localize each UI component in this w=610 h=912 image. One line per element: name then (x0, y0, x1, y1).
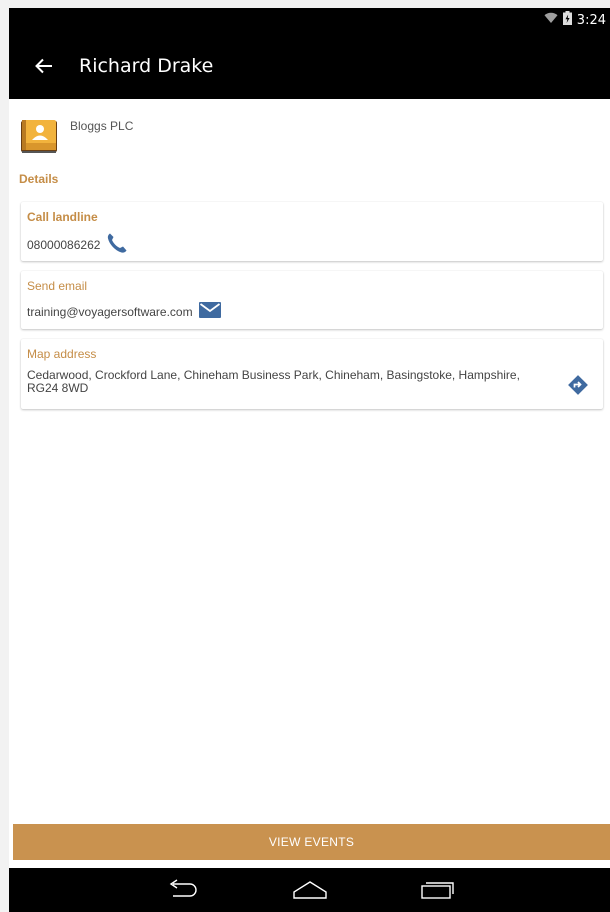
email-value-row: training@voyagersoftware.com (27, 301, 221, 322)
phone-icon[interactable] (106, 232, 128, 257)
send-email-card[interactable]: Send email training@voyagersoftware.com (21, 271, 603, 329)
address-text: Cedarwood, Crockford Lane, Chineham Busi… (27, 368, 520, 395)
recents-nav-icon[interactable] (408, 868, 468, 912)
send-email-title: Send email (27, 279, 88, 293)
home-nav-icon[interactable] (280, 868, 340, 912)
status-bar: 3:24 (9, 8, 610, 32)
app-bar: Richard Drake (9, 32, 610, 99)
wifi-icon (544, 12, 558, 28)
email-address: training@voyagersoftware.com (27, 304, 193, 319)
phone-value-row: 08000086262 (27, 232, 128, 257)
call-landline-title: Call landline (27, 210, 98, 224)
company-row: Bloggs PLC Details (9, 99, 610, 186)
contact-details: Bloggs PLC Details Call landline 0800008… (9, 99, 610, 409)
call-landline-card[interactable]: Call landline 08000086262 (21, 202, 603, 261)
phone-number: 08000086262 (27, 237, 101, 252)
page-title: Richard Drake (79, 54, 214, 77)
map-address-card[interactable]: Map address Cedarwood, Crockford Lane, C… (21, 339, 603, 409)
battery-icon (562, 11, 572, 29)
contact-book-icon (19, 118, 59, 154)
status-time: 3:24 (576, 12, 606, 28)
email-icon[interactable] (198, 301, 221, 322)
device-screen: 3:24 Richard Drake Bloggs PLC Details Ca… (9, 8, 610, 912)
back-nav-icon[interactable] (152, 868, 212, 912)
arrow-left-icon[interactable] (9, 32, 79, 99)
directions-icon[interactable] (567, 374, 589, 396)
system-nav-bar (9, 868, 610, 912)
view-events-button[interactable]: VIEW EVENTS (13, 824, 610, 860)
map-address-title: Map address (27, 347, 97, 361)
details-section-label: Details (19, 172, 59, 186)
company-name: Bloggs PLC (70, 119, 134, 133)
